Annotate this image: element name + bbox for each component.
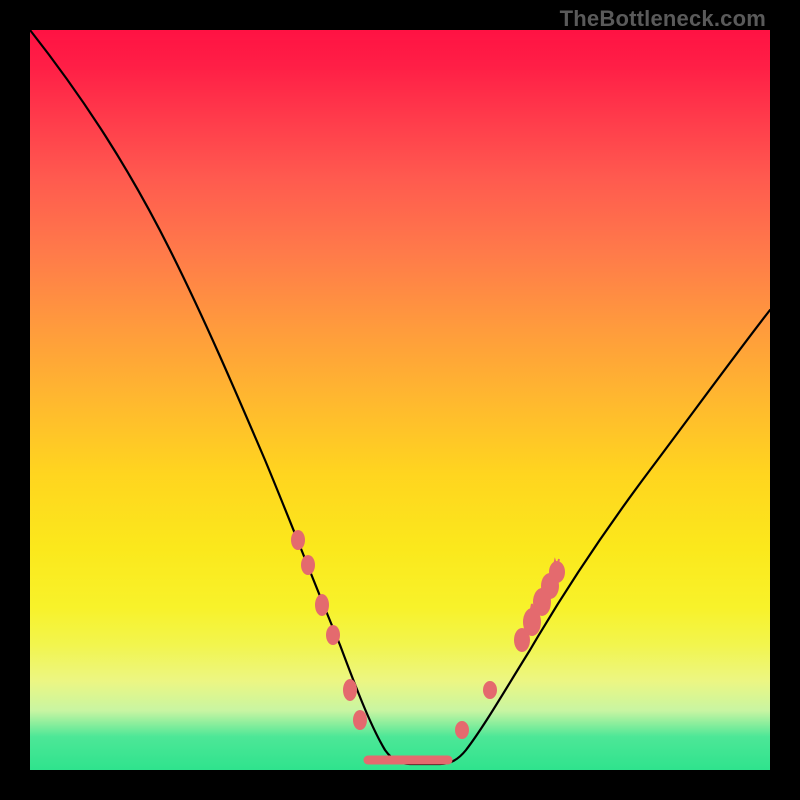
left-branch-markers bbox=[291, 530, 367, 730]
plot-area bbox=[30, 30, 770, 770]
chart-frame: TheBottleneck.com bbox=[0, 0, 800, 800]
right-branch-markers bbox=[455, 559, 565, 739]
bottleneck-curve-svg bbox=[30, 30, 770, 770]
bottleneck-curve bbox=[30, 30, 770, 764]
watermark-text: TheBottleneck.com bbox=[560, 6, 766, 32]
